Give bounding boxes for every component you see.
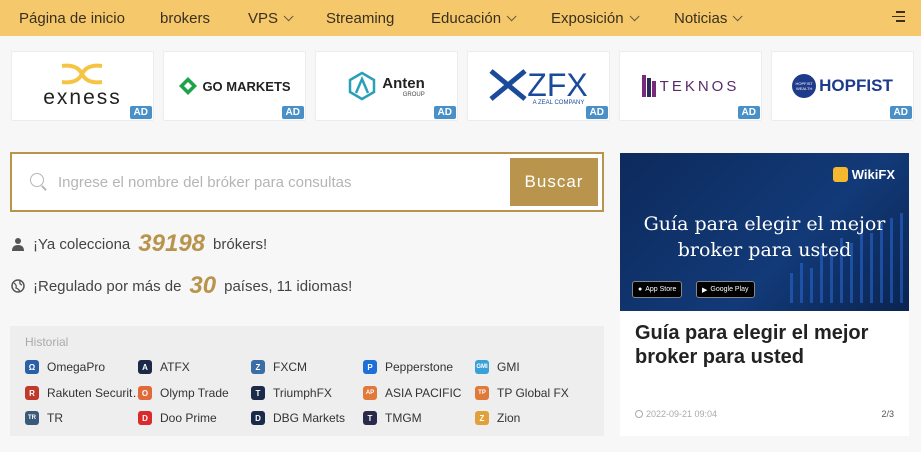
top-nav: Página de inicio brokers VPS Streaming E… xyxy=(0,0,921,36)
history-item[interactable]: T TriumphFX xyxy=(251,386,332,400)
nav-educacion[interactable]: Educación xyxy=(431,0,517,36)
history-item[interactable]: TR TR xyxy=(25,411,63,425)
nav-streaming[interactable]: Streaming xyxy=(326,0,394,36)
article-banner: WikiFX Guía para elegir el mejor broker … xyxy=(620,153,909,311)
country-count: 30 xyxy=(189,272,217,299)
history-item[interactable]: GMI GMI xyxy=(475,360,520,374)
history-item[interactable]: P Pepperstone xyxy=(363,360,453,374)
triumphfx-logo-icon: T xyxy=(251,386,265,400)
tp-global-fx-logo-icon: TP xyxy=(475,386,489,400)
ad-card-hopfist[interactable]: HOPFIST WEALTH HOPFIST AD xyxy=(771,51,914,121)
history-item[interactable]: Ω OmegaPro xyxy=(25,360,105,374)
history-item[interactable]: T TMGM xyxy=(363,411,422,425)
ad-badge: AD xyxy=(737,106,760,119)
nav-home[interactable]: Página de inicio xyxy=(19,0,125,36)
exness-logo: exness xyxy=(43,62,122,110)
gmi-logo-icon: GMI xyxy=(475,360,489,374)
ad-badge: AD xyxy=(281,106,304,119)
rakuten-logo-icon: R xyxy=(25,386,39,400)
zfx-logo: ZFX A ZEAL COMPANY xyxy=(489,67,588,106)
google-play-badge: ▶ Google Play xyxy=(696,281,755,298)
history-panel: Historial Ω OmegaPro A ATFX Z FXCM P Peppers… xyxy=(10,326,604,436)
app-store-badge: ● App Store xyxy=(632,281,683,298)
banner-headline: Guía para elegir el mejor broker para us… xyxy=(643,213,886,261)
history-item[interactable]: A ATFX xyxy=(138,360,190,374)
broker-count: 39198 xyxy=(138,230,206,257)
olymp-trade-logo-icon: O xyxy=(138,386,152,400)
ad-badge: AD xyxy=(889,106,912,119)
history-item[interactable]: AP ASIA PACIFIC xyxy=(363,386,461,400)
history-item[interactable]: Z Zion xyxy=(475,411,520,425)
ad-badge: AD xyxy=(433,106,456,119)
atfx-logo-icon: A xyxy=(138,360,152,374)
regulated-stat: ¡Regulado por más de 30 países, 11 idiom… xyxy=(11,272,352,300)
search-button[interactable]: Buscar xyxy=(510,158,598,206)
apple-icon: ● xyxy=(638,286,643,293)
broker-search-box: Buscar xyxy=(10,152,604,212)
fxcm-logo-icon: Z xyxy=(251,360,265,374)
nav-noticias[interactable]: Noticias xyxy=(674,0,743,36)
exness-mark-icon xyxy=(62,63,103,85)
chevron-down-icon xyxy=(733,10,743,21)
history-title: Historial xyxy=(25,335,69,349)
search-input[interactable] xyxy=(58,173,510,191)
carousel-page-indicator: 2/3 xyxy=(881,409,894,419)
history-item[interactable]: D Doo Prime xyxy=(138,411,217,425)
search-icon xyxy=(30,173,48,191)
user-icon xyxy=(12,238,24,251)
menu-icon[interactable] xyxy=(892,11,905,23)
history-item[interactable]: D DBG Markets xyxy=(251,411,345,425)
nav-vps[interactable]: VPS xyxy=(248,0,294,36)
ad-card-gomarkets[interactable]: GO MARKETS AD xyxy=(163,51,306,121)
history-item[interactable]: Z FXCM xyxy=(251,360,307,374)
history-item[interactable]: TP TP Global FX xyxy=(475,386,569,400)
clock-icon xyxy=(635,410,643,418)
ad-card-zfx[interactable]: ZFX A ZEAL COMPANY AD xyxy=(467,51,610,121)
article-date: 2022-09-21 09:04 xyxy=(635,409,717,419)
chevron-down-icon xyxy=(506,10,517,21)
nav-brokers[interactable]: brokers xyxy=(160,0,210,36)
ad-badge: AD xyxy=(129,106,152,119)
ad-card-teknos[interactable]: TEKNOS AD xyxy=(619,51,762,121)
nav-exposicion[interactable]: Exposición xyxy=(551,0,640,36)
anten-logo: Anten GROUP xyxy=(348,71,425,101)
broker-ad-row: exness AD GO MARKETS AD Anten GROUP AD Z… xyxy=(11,51,914,121)
gomarkets-logo: GO MARKETS xyxy=(178,76,291,96)
globe-icon xyxy=(11,279,25,293)
tmgm-logo-icon: T xyxy=(363,411,377,425)
zion-logo-icon: Z xyxy=(475,411,489,425)
pepperstone-logo-icon: P xyxy=(363,360,377,374)
broker-count-stat: ¡Ya colecciona 39198 brókers! xyxy=(11,230,267,258)
chevron-down-icon xyxy=(283,10,294,21)
hopfist-logo: HOPFIST WEALTH HOPFIST xyxy=(792,74,893,98)
wikifx-brand: WikiFX xyxy=(832,167,895,182)
tr-logo-icon: TR xyxy=(25,411,39,425)
history-item[interactable]: R Rakuten Securit… xyxy=(25,386,144,400)
hopfist-mark-icon: HOPFIST WEALTH xyxy=(792,74,817,98)
wikifx-logo-icon xyxy=(832,167,848,182)
featured-article-card[interactable]: WikiFX Guía para elegir el mejor broker … xyxy=(620,153,909,436)
asia-pacific-logo-icon: AP xyxy=(363,386,377,400)
article-title: Guía para elegir el mejor broker para us… xyxy=(635,322,869,368)
anten-mark-icon xyxy=(349,71,376,101)
play-icon: ▶ xyxy=(702,286,708,294)
teknos-logo: TEKNOS xyxy=(641,75,740,97)
ad-card-exness[interactable]: exness AD xyxy=(11,51,154,121)
zfx-mark-icon xyxy=(489,69,527,101)
ad-badge: AD xyxy=(585,106,608,119)
dbg-markets-logo-icon: D xyxy=(251,411,265,425)
chevron-down-icon xyxy=(629,10,640,21)
gomarkets-mark-icon xyxy=(179,77,198,95)
ad-card-anten[interactable]: Anten GROUP AD xyxy=(315,51,458,121)
doo-prime-logo-icon: D xyxy=(138,411,152,425)
teknos-mark-icon xyxy=(641,75,656,97)
omegapro-logo-icon: Ω xyxy=(25,360,39,374)
history-item[interactable]: O Olymp Trade xyxy=(138,386,229,400)
